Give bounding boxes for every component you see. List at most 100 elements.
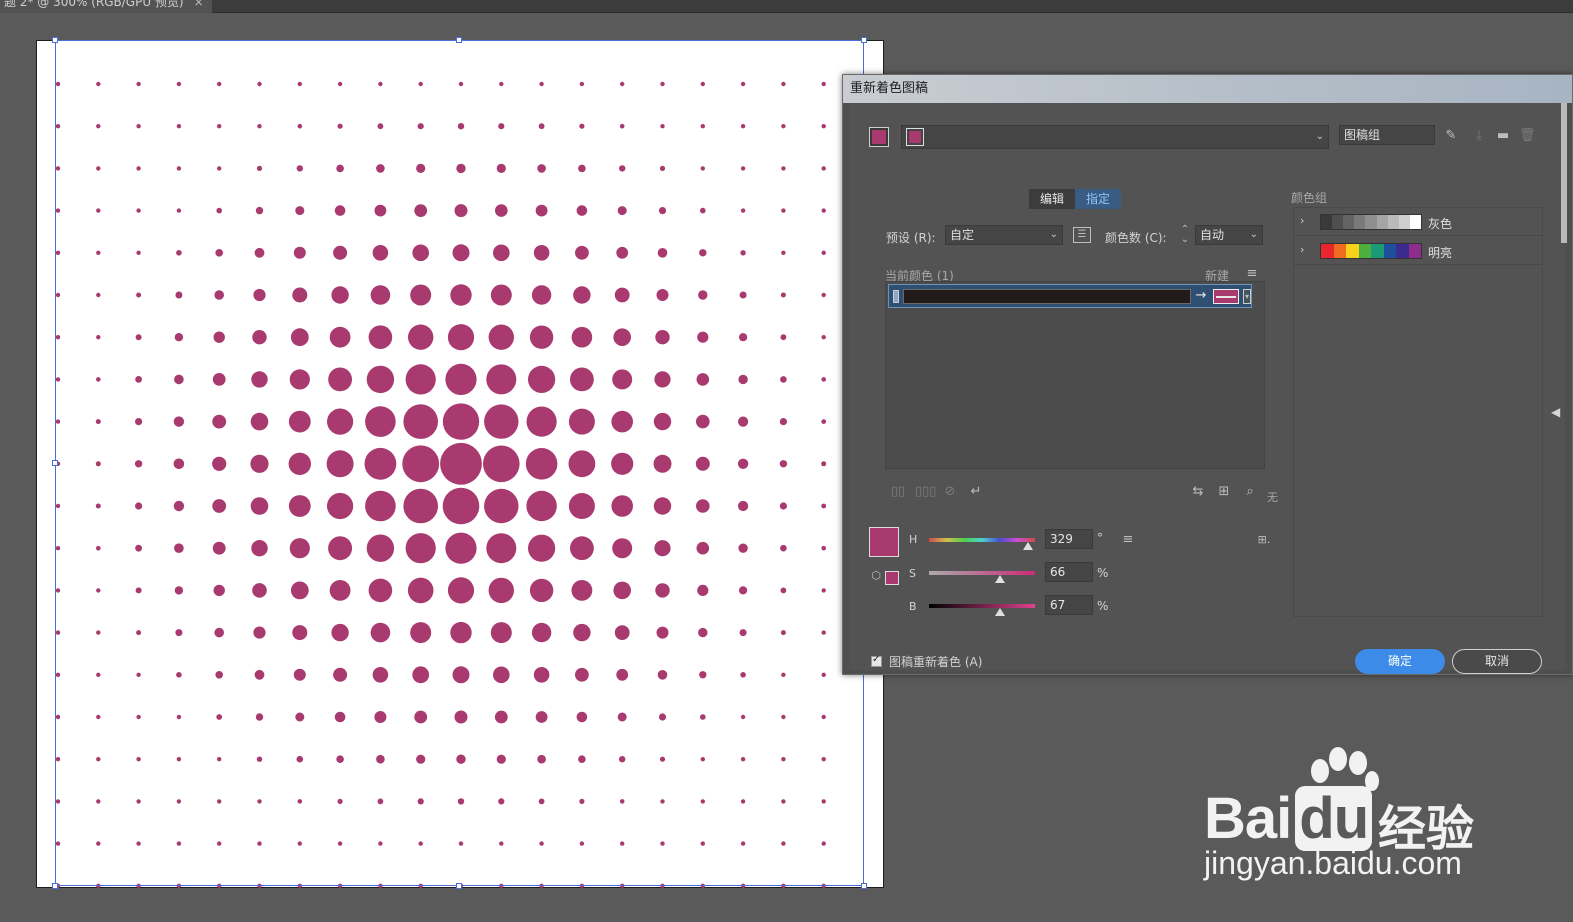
halftone-dot[interactable] — [377, 123, 384, 130]
halftone-dot[interactable] — [95, 461, 101, 467]
halftone-dot[interactable] — [256, 756, 263, 762]
halftone-dot[interactable] — [658, 713, 667, 721]
halftone-dot[interactable] — [328, 367, 352, 392]
halftone-dot[interactable] — [96, 208, 101, 213]
halftone-dot[interactable] — [568, 493, 595, 519]
halftone-dot[interactable] — [217, 166, 222, 171]
halftone-dot[interactable] — [579, 81, 585, 87]
halftone-dot[interactable] — [328, 536, 353, 561]
halftone-dot[interactable] — [659, 756, 666, 762]
halftone-dot[interactable] — [821, 81, 826, 87]
halftone-dot[interactable] — [378, 841, 383, 846]
halftone-dot[interactable] — [55, 419, 61, 424]
halftone-dot[interactable] — [498, 798, 505, 805]
halftone-dot[interactable] — [418, 883, 423, 888]
gamut-warning-icon[interactable]: ⬡ — [869, 569, 883, 583]
halftone-dot[interactable] — [295, 206, 305, 216]
halftone-dot[interactable] — [174, 333, 184, 342]
halftone-dot[interactable] — [660, 124, 665, 129]
halftone-dot[interactable] — [821, 672, 826, 677]
halftone-dot[interactable] — [531, 622, 552, 643]
halftone-dot[interactable] — [176, 841, 182, 846]
halftone-dot[interactable] — [616, 246, 629, 259]
halftone-dot[interactable] — [619, 756, 626, 763]
halftone-dot[interactable] — [659, 165, 666, 171]
halftone-dot[interactable] — [329, 580, 351, 601]
halftone-dot[interactable] — [452, 244, 470, 262]
halftone-dot[interactable] — [96, 841, 101, 846]
halftone-dot[interactable] — [578, 755, 586, 763]
halftone-dot[interactable] — [418, 841, 423, 846]
halftone-dot[interactable] — [176, 166, 182, 171]
halftone-dot[interactable] — [55, 841, 61, 846]
halftone-dot[interactable] — [780, 587, 787, 594]
halftone-dot[interactable] — [538, 798, 545, 805]
halftone-dot[interactable] — [55, 799, 61, 804]
halftone-dot[interactable] — [576, 205, 588, 216]
halftone-dot[interactable] — [176, 799, 182, 804]
saturation-slider[interactable] — [929, 571, 1035, 583]
halftone-dot[interactable] — [697, 331, 709, 343]
halftone-dot[interactable] — [297, 123, 303, 129]
arrow-right-icon[interactable]: → — [1193, 289, 1209, 303]
halftone-dot[interactable] — [217, 124, 222, 129]
color-mode-grid-icon[interactable]: ⊞. — [1253, 533, 1275, 547]
halftone-dot[interactable] — [781, 841, 786, 846]
halftone-dot[interactable] — [781, 883, 786, 888]
halftone-dot[interactable] — [337, 81, 343, 87]
halftone-dot[interactable] — [568, 408, 595, 435]
halftone-dot[interactable] — [653, 497, 672, 515]
halftone-dot[interactable] — [55, 335, 61, 340]
halftone-dot[interactable] — [176, 81, 182, 87]
tab-edit[interactable]: 编辑 — [1029, 189, 1075, 209]
color-group-swatch[interactable] — [1333, 244, 1346, 258]
halftone-dot[interactable] — [660, 81, 665, 87]
halftone-dot[interactable] — [55, 588, 61, 593]
halftone-dot[interactable] — [700, 714, 706, 720]
colors-count-dropdown[interactable]: 自动 ⌄ — [1195, 225, 1263, 245]
halftone-dot[interactable] — [374, 711, 387, 723]
halftone-dot[interactable] — [95, 503, 101, 509]
halftone-dot[interactable] — [696, 541, 710, 555]
halftone-dot[interactable] — [490, 284, 512, 306]
halftone-dot[interactable] — [290, 581, 309, 600]
color-assignment-row[interactable]: → ▾ — [888, 284, 1252, 308]
saturation-slider-thumb[interactable] — [995, 575, 1005, 583]
halftone-dot[interactable] — [573, 623, 591, 642]
halftone-dot[interactable] — [370, 285, 391, 305]
halftone-dot[interactable] — [571, 326, 593, 348]
halftone-dot[interactable] — [539, 841, 544, 846]
halftone-dot[interactable] — [445, 363, 477, 395]
halftone-dot[interactable] — [55, 672, 61, 677]
merge-colors-icon[interactable]: ▯▯ — [889, 485, 907, 499]
halftone-dot[interactable] — [571, 580, 593, 601]
halftone-dot[interactable] — [740, 757, 746, 762]
halftone-dot[interactable] — [499, 81, 504, 87]
halftone-dot[interactable] — [738, 416, 749, 427]
halftone-dot[interactable] — [821, 419, 827, 424]
selection-handle[interactable] — [456, 883, 462, 889]
halftone-dot[interactable] — [372, 245, 389, 261]
save-changes-icon[interactable]: ⤓ — [1471, 129, 1487, 143]
selection-handle[interactable] — [861, 883, 867, 889]
halftone-dot[interactable] — [821, 124, 826, 129]
halftone-dot[interactable] — [488, 577, 514, 604]
halftone-dot[interactable] — [96, 124, 101, 129]
halftone-dot[interactable] — [331, 286, 349, 304]
halftone-dot[interactable] — [486, 364, 517, 395]
halftone-dot[interactable] — [656, 289, 669, 301]
halftone-dot[interactable] — [288, 495, 311, 517]
halftone-dot[interactable] — [217, 81, 222, 87]
halftone-dot[interactable] — [779, 418, 788, 426]
selected-color-preview[interactable] — [869, 527, 899, 557]
halftone-dot[interactable] — [212, 499, 227, 513]
color-group-swatch[interactable] — [1346, 244, 1359, 258]
artwork-group-name-field[interactable]: 图稿组 — [1339, 125, 1435, 145]
halftone-dot[interactable] — [417, 798, 424, 805]
halftone-dot[interactable] — [442, 487, 480, 525]
halftone-dot[interactable] — [135, 376, 142, 383]
halftone-dot[interactable] — [212, 456, 227, 471]
halftone-dot[interactable] — [620, 883, 625, 888]
halftone-dot[interactable] — [780, 292, 786, 298]
halftone-dot[interactable] — [457, 123, 465, 130]
